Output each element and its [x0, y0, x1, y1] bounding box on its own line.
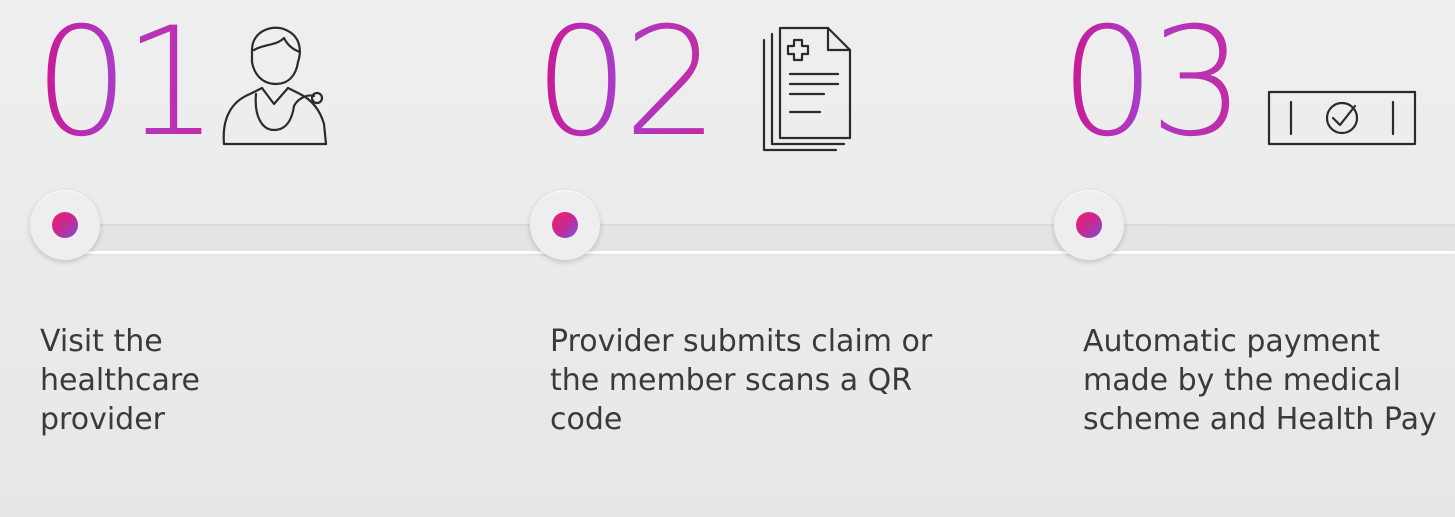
step-1-marker-dot	[52, 212, 78, 238]
step-1-text: Visit the healthcare provider	[40, 324, 200, 437]
step-2-marker-dot	[552, 212, 578, 238]
step-3-marker-dot	[1076, 212, 1102, 238]
step-3-number: 03	[1060, 0, 1245, 178]
process-steps-diagram: 01 Visit the healthcare provider 02 Prov…	[0, 0, 1455, 517]
step-2-number: 02	[534, 0, 719, 178]
step-2-marker	[530, 190, 600, 260]
step-2-text: Provider submits claim or the member sca…	[550, 324, 933, 437]
timeline-track	[60, 224, 1455, 254]
medical-document-icon	[762, 26, 852, 152]
payment-check-icon	[1267, 90, 1417, 146]
doctor-icon	[222, 26, 328, 146]
step-3-text: Automatic payment made by the medical sc…	[1083, 324, 1437, 437]
step-1-number: 01	[34, 0, 219, 178]
timeline-line-mid	[60, 226, 1455, 251]
step-1-marker	[30, 190, 100, 260]
timeline-line-bottom	[60, 251, 1455, 254]
step-3-marker	[1054, 190, 1124, 260]
